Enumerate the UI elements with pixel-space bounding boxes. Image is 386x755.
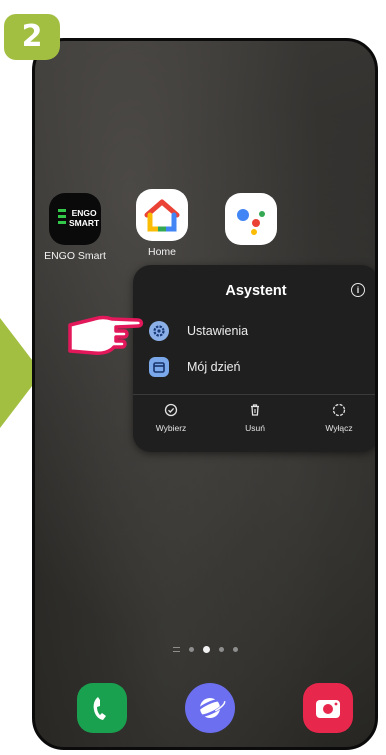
- dock-camera-app[interactable]: [303, 683, 353, 733]
- phone-screen: ENGO SMART ENGO Smart Home Asystent i Us…: [32, 38, 378, 750]
- page-indicator-lines-icon[interactable]: [172, 646, 180, 652]
- calendar-icon: [149, 357, 169, 377]
- engo-logo-text: ENGO: [71, 208, 97, 218]
- step-number-badge: 2: [4, 14, 60, 60]
- app-label-engo-smart: ENGO Smart: [44, 250, 106, 262]
- page-dot-active[interactable]: [202, 645, 210, 653]
- trash-icon: [251, 404, 259, 416]
- pointing-hand-icon: [66, 309, 146, 364]
- action-disable-button[interactable]: Wyłącz: [309, 403, 369, 433]
- menu-item-my-day-label: Mój dzień: [187, 360, 241, 374]
- camera-icon: [316, 700, 340, 718]
- action-delete-button[interactable]: Usuń: [225, 403, 285, 433]
- action-disable-label: Wyłącz: [325, 423, 353, 433]
- app-label-home: Home: [147, 246, 176, 258]
- check-circle-icon: [164, 403, 178, 417]
- dock-phone-app[interactable]: [77, 683, 127, 733]
- action-select-label: Wybierz: [155, 423, 187, 433]
- page-dot[interactable]: [232, 646, 238, 652]
- menu-item-my-day[interactable]: Mój dzień: [149, 354, 349, 380]
- google-assistant-icon: [225, 193, 277, 245]
- google-home-icon: [136, 189, 188, 241]
- page-indicator: [35, 645, 375, 653]
- assistant-popup-menu: Asystent i Ustawienia Mój dzień Wybierz …: [133, 265, 375, 452]
- info-icon[interactable]: i: [351, 283, 365, 297]
- engo-logo-subtext: SMART: [69, 218, 100, 228]
- app-engo-smart[interactable]: ENGO SMART ENGO Smart: [35, 193, 115, 262]
- popup-divider: [133, 394, 375, 395]
- app-google-assistant[interactable]: [211, 193, 291, 245]
- action-select-button[interactable]: Wybierz: [141, 403, 201, 433]
- page-dot[interactable]: [188, 646, 194, 652]
- dashed-circle-icon: [332, 403, 346, 417]
- phone-icon: [93, 697, 106, 720]
- popup-title: Asystent: [225, 283, 287, 299]
- app-home[interactable]: Home: [122, 189, 202, 258]
- internet-icon: [194, 698, 226, 718]
- engo-smart-icon: ENGO SMART: [49, 193, 101, 245]
- settings-gear-icon: [149, 321, 169, 341]
- menu-item-settings[interactable]: Ustawienia: [149, 318, 349, 344]
- page-dot[interactable]: [218, 646, 224, 652]
- action-delete-label: Usuń: [245, 423, 265, 433]
- dock-internet-app[interactable]: [185, 683, 235, 733]
- menu-item-settings-label: Ustawienia: [187, 324, 249, 338]
